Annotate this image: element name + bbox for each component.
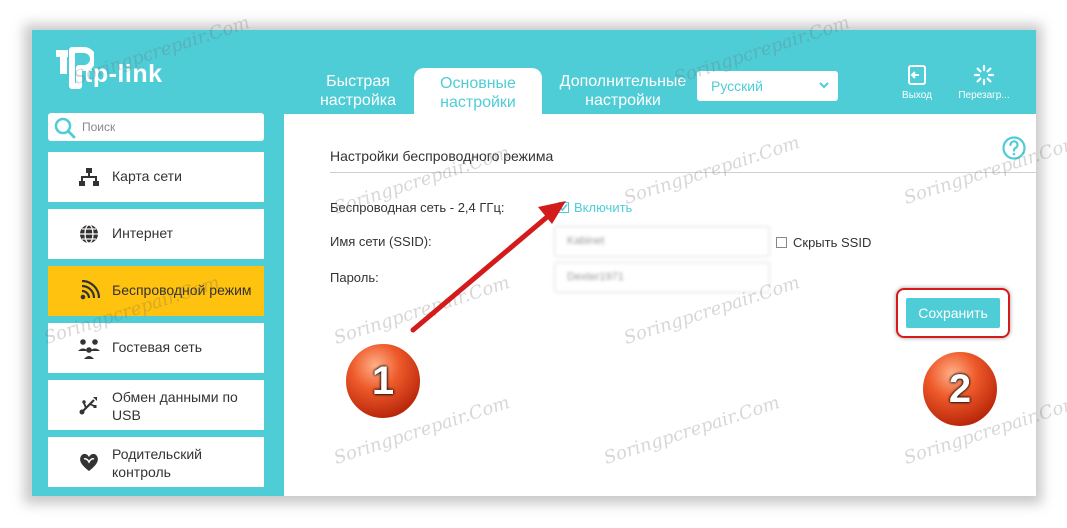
badge-1-number: 1 bbox=[371, 359, 395, 403]
badge-2-number: 2 bbox=[948, 367, 972, 411]
red-arrow bbox=[410, 201, 566, 333]
annotation-overlay bbox=[344, 201, 999, 428]
